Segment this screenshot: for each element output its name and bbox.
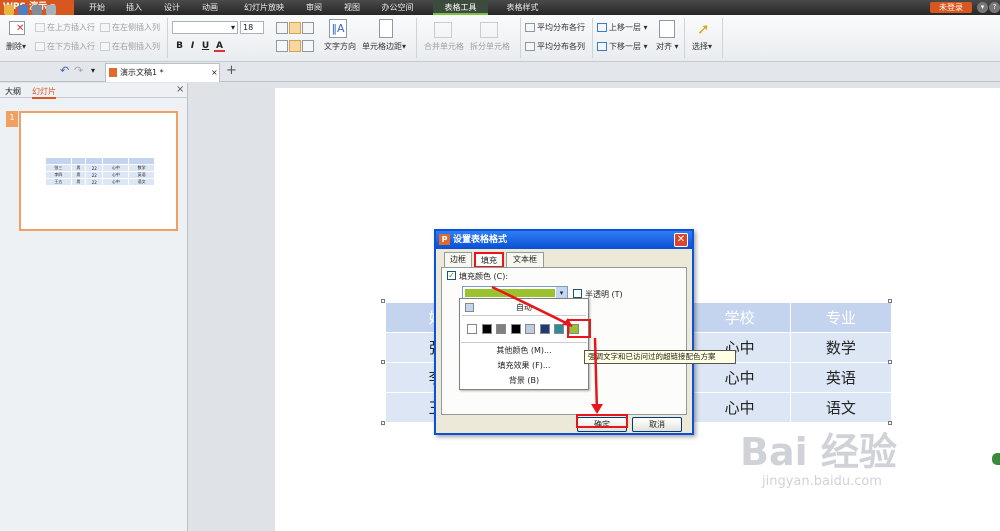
watermark-logo: Bai 经验 [740, 430, 897, 474]
baidu-watermark: Bai 经验 jingyan.baidu.com [740, 430, 960, 520]
side-tool-icon[interactable] [992, 453, 1000, 465]
arrow-to-ok [593, 337, 599, 413]
watermark-url: jingyan.baidu.com [762, 474, 882, 489]
arrow-to-swatch [491, 285, 573, 328]
arrowhead-icon [591, 404, 603, 414]
